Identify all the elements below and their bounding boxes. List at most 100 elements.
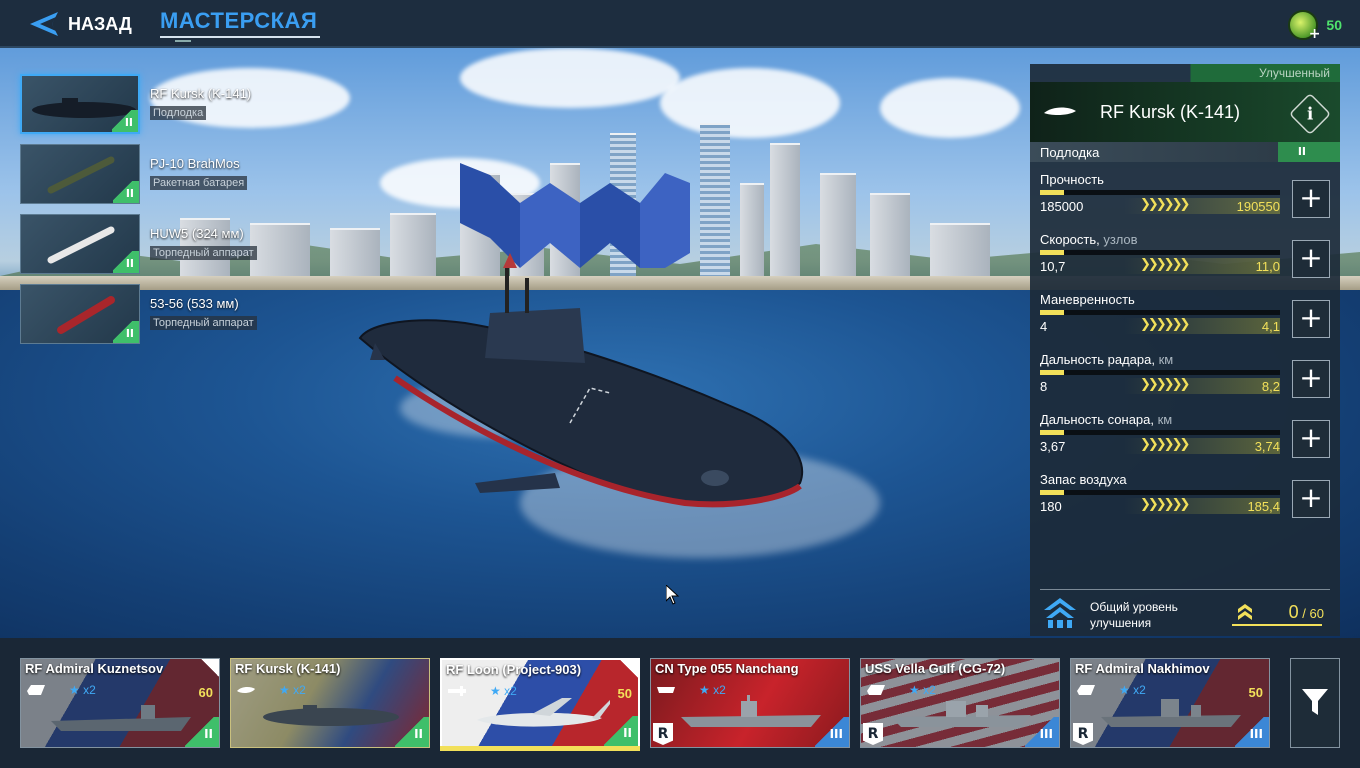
upgrade-plus-button[interactable]: + xyxy=(1292,360,1330,398)
stat-bar-fill xyxy=(1040,430,1064,435)
upgrade-arrows-icon: ❯❯❯❯❯❯ xyxy=(1140,437,1190,452)
stat-current: 8 xyxy=(1040,379,1048,394)
upgrade-underline xyxy=(1232,624,1322,626)
ship-name: USS Vella Gulf (CG-72) xyxy=(865,661,1006,676)
ship-image xyxy=(477,698,610,727)
weapon-name: RF Kursk (K-141) xyxy=(150,86,252,101)
unit-type: Подлодка xyxy=(1040,145,1100,160)
stat-upgraded: 11,0 xyxy=(1255,259,1280,274)
ship-level: 50 xyxy=(617,686,632,701)
upgrade-plus-button[interactable]: + xyxy=(1292,300,1330,338)
ship-name: CN Type 055 Nanchang xyxy=(655,661,799,676)
weapon-name: 53-56 (533 мм) xyxy=(150,296,239,311)
weapon-list: II RF Kursk (K-141) Подлодка II PJ-10 Br… xyxy=(20,74,280,354)
upgrade-plus-button[interactable]: + xyxy=(1292,420,1330,458)
upgrade-plus-button[interactable]: + xyxy=(1292,240,1330,278)
stat-label: Маневренность xyxy=(1040,292,1135,307)
tab-workshop[interactable]: МАСТЕРСКАЯ xyxy=(160,8,317,34)
ship-card[interactable]: RF Loon (Project-903) ★ x2 50 II xyxy=(440,658,640,748)
info-icon: i xyxy=(1306,104,1314,124)
tier-badge: III xyxy=(815,717,849,747)
type-strip: Подлодка II xyxy=(1030,142,1340,162)
tab-underline xyxy=(160,36,320,38)
ship-level: 60 xyxy=(198,685,213,700)
ship-name: RF Admiral Nakhimov xyxy=(1075,661,1210,676)
back-arrow-icon xyxy=(30,12,58,36)
stat-current: 185000 xyxy=(1040,199,1084,214)
stat-current: 4 xyxy=(1040,319,1048,334)
panel-header: RF Kursk (K-141) i xyxy=(1030,82,1340,142)
selected-card-indicator xyxy=(440,746,640,751)
stat-bar-fill xyxy=(1040,250,1064,255)
tier-badge: II xyxy=(113,321,139,343)
ship-card[interactable]: USS Vella Gulf (CG-72) ★ x2 R III xyxy=(860,658,1060,748)
back-button[interactable]: НАЗАД xyxy=(28,10,132,38)
rank-r-badge: R xyxy=(863,723,883,745)
ekranoplan-class-icon xyxy=(448,686,466,696)
cloud xyxy=(460,48,680,108)
cruiser-class-icon xyxy=(1077,685,1095,695)
tier-badge: II xyxy=(113,251,139,273)
ship-name: RF Loon (Project-903) xyxy=(446,662,582,677)
tier-badge: II xyxy=(112,110,138,132)
tier-badge: II xyxy=(1297,145,1306,158)
stat-current: 10,7 xyxy=(1040,259,1066,274)
upgrade-plus-button[interactable]: + xyxy=(1292,180,1330,218)
mouse-cursor xyxy=(666,585,680,605)
destroyer-class-icon xyxy=(657,687,675,693)
weapon-type: Подлодка xyxy=(150,106,207,120)
weapon-type: Торпедный аппарат xyxy=(150,246,257,260)
submarine-model xyxy=(358,253,804,508)
ship-card[interactable]: RF Admiral Nakhimov ★ x2 50 R III xyxy=(1070,658,1270,748)
filter-icon xyxy=(1302,689,1328,715)
top-bar: НАЗАД МАСТЕРСКАЯ + 50 xyxy=(0,0,1360,48)
grade-label: Улучшенный xyxy=(1259,66,1330,80)
currency-display[interactable]: + 50 xyxy=(1288,10,1342,42)
ship-card[interactable]: CN Type 055 Nanchang ★ x2 R III xyxy=(650,658,850,748)
upgrade-arrows-icon: ❯❯❯❯❯❯ xyxy=(1140,317,1190,332)
stat-bar xyxy=(1040,370,1280,375)
stat-bar xyxy=(1040,190,1280,195)
stat-upgraded: 3,74 xyxy=(1254,439,1280,454)
stat-values: 4 ❯❯❯❯❯❯ 4,1 xyxy=(1040,317,1280,334)
info-button[interactable]: i xyxy=(1288,92,1332,136)
upgrade-total-count: 0 / 60 xyxy=(1288,602,1324,622)
stat-upgraded: 185,4 xyxy=(1247,499,1280,514)
stat-current: 3,67 xyxy=(1040,439,1066,454)
ship-name: RF Kursk (K-141) xyxy=(235,661,341,676)
upgrade-arrows-icon: ❯❯❯❯❯❯ xyxy=(1140,197,1190,212)
stat-upgraded: 190550 xyxy=(1236,199,1280,214)
weapon-name: HUW5 (324 мм) xyxy=(150,226,244,241)
tier-badge: III xyxy=(1235,717,1269,747)
back-label: НАЗАД xyxy=(68,13,132,34)
unit-name: RF Kursk (K-141) xyxy=(1100,102,1241,122)
stat-label: Дальность радара, км xyxy=(1040,352,1174,367)
upgrade-plus-button[interactable]: + xyxy=(1292,480,1330,518)
weapon-item[interactable]: II 53-56 (533 мм) Торпедный аппарат xyxy=(20,284,280,344)
carrier-class-icon xyxy=(27,685,45,695)
weapon-item[interactable]: II HUW5 (324 мм) Торпедный аппарат xyxy=(20,214,280,274)
ship-card[interactable]: RF Admiral Kuznetsov ★ x2 60 II xyxy=(20,658,220,748)
stat-values: 185000 ❯❯❯❯❯❯ 190550 xyxy=(1040,197,1280,214)
stat-bar xyxy=(1040,310,1280,315)
stat-row: Маневренность 4 ❯❯❯❯❯❯ 4,1 + xyxy=(1040,292,1330,344)
tier-badge: II xyxy=(395,717,429,747)
tier-badge: II xyxy=(604,716,638,746)
submarine-class-icon xyxy=(1044,107,1076,116)
rank-r-badge: R xyxy=(1073,723,1093,745)
weapon-item[interactable]: II PJ-10 BrahMos Ракетная батарея xyxy=(20,144,280,204)
weapon-thumbnail: II xyxy=(20,144,140,204)
weapon-item[interactable]: II RF Kursk (K-141) Подлодка xyxy=(20,74,280,134)
ship-carousel: RF Admiral Kuznetsov ★ x2 60 II RF Kursk… xyxy=(0,638,1360,768)
ship-card[interactable]: RF Kursk (K-141) ★ x2 II xyxy=(230,658,430,748)
stat-label: Запас воздуха xyxy=(1040,472,1127,487)
stat-row: Дальность сонара, км 3,67 ❯❯❯❯❯❯ 3,74 + xyxy=(1040,412,1330,464)
filter-button[interactable] xyxy=(1290,658,1340,748)
ship-image xyxy=(891,701,1031,727)
stat-row: Запас воздуха 180 ❯❯❯❯❯❯ 185,4 + xyxy=(1040,472,1330,524)
upgrade-total-label: Общий уровень улучшения xyxy=(1090,600,1178,630)
stat-label: Скорость, узлов xyxy=(1040,232,1138,247)
ship-name: RF Admiral Kuznetsov xyxy=(25,661,164,676)
upgrade-arrows-icon: ❯❯❯❯❯❯ xyxy=(1140,257,1190,272)
ship-image xyxy=(1101,699,1241,727)
